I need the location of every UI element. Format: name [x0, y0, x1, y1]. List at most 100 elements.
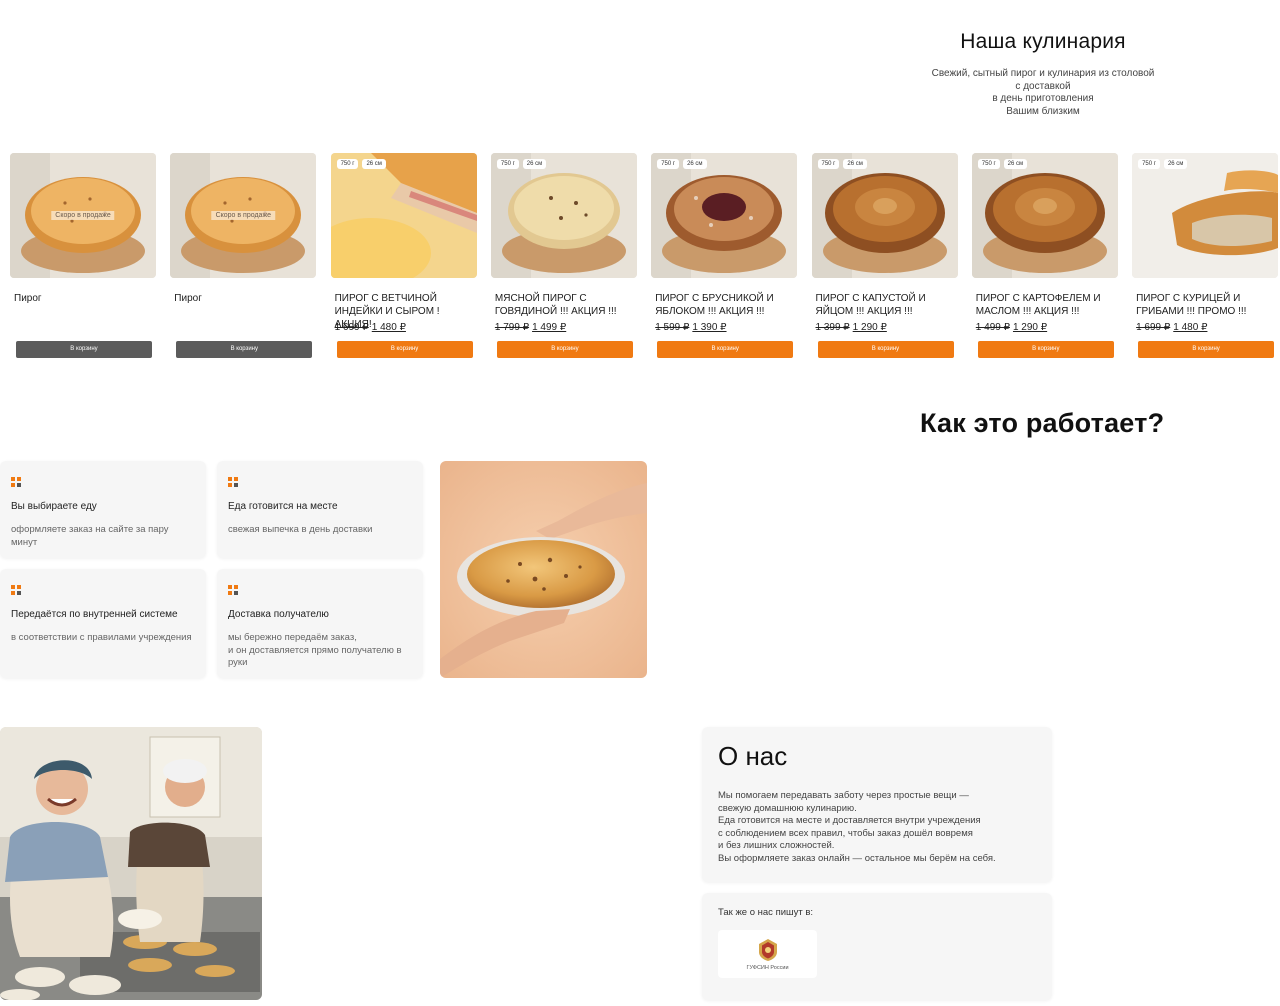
weight-badge: 750 г: [336, 159, 359, 169]
product-name[interactable]: Пирог с курицей и грибами !!! промо !!!: [1132, 292, 1278, 322]
old-price: 1 799 ₽: [494, 322, 530, 333]
catalog-subtitle-line: в день приготовления: [992, 93, 1094, 105]
current-price: 1 390 ₽: [692, 322, 727, 333]
grid-icon: [228, 585, 238, 595]
size-badge: 26 см: [522, 159, 547, 169]
product-card[interactable]: 750 г 26 см Пирог с капустой и яйцом !!! а…: [811, 153, 958, 358]
step-card: Вы выбираете еду оформляете заказ на сай…: [0, 461, 206, 558]
product-name[interactable]: Пирог: [170, 292, 316, 322]
product-card[interactable]: 750 г 26 см Мясной пирог с говядиной !!! а…: [490, 153, 637, 358]
coming-soon-label: Скоро в продаже: [211, 211, 276, 220]
product-card[interactable]: 750 г 26 см Пирог с брусникой и яблоком !!…: [651, 153, 798, 358]
product-name[interactable]: Пирог с картофелем и маслом !!! акция !!…: [972, 292, 1118, 322]
catalog-title: Наша кулинария: [960, 30, 1126, 53]
press-logo-link[interactable]: ГУФСИН России: [718, 930, 817, 978]
grid-icon: [11, 477, 21, 487]
coming-soon-label: Скоро в продаже: [51, 211, 115, 220]
product-photo[interactable]: Скоро в продаже: [10, 153, 156, 278]
press-logo-label: ГУФСИН России: [746, 965, 789, 971]
product-name[interactable]: Пирог с ветчиной индейки и сыром !акция!: [331, 292, 477, 330]
product-list: Скоро в продаже Пирог В корзину Скоро в про…: [10, 153, 1280, 368]
product-name[interactable]: Пирог с брусникой и яблоком !!! акция !!…: [651, 292, 797, 322]
catalog-header: Наша кулинария Свежий, сытный пирог и ку…: [900, 30, 1186, 118]
current-price: 1 290 ₽: [1012, 322, 1048, 333]
product-card[interactable]: 750 г 26 см Пирог с картофелем и маслом !!…: [971, 153, 1118, 358]
product-card[interactable]: 750 г 26 см Пирог с ветчиной индейки и сыр…: [330, 153, 477, 358]
product-badges: 750 г 26 см: [817, 159, 867, 169]
product-name[interactable]: Мясной пирог с говядиной !!! акция !!!: [491, 292, 637, 322]
product-photo[interactable]: 750 г 26 см: [490, 153, 637, 278]
product-prices: [10, 322, 156, 336]
product-prices: 1 699 ₽1 480 ₽: [331, 322, 477, 336]
product-badges: 750 г 26 см: [336, 159, 386, 169]
add-to-cart-button[interactable]: В корзину: [1138, 341, 1275, 358]
weight-badge: 750 г: [1138, 159, 1160, 169]
step-card: Доставка получателю мы бережно передаём …: [217, 569, 423, 678]
product-badges: 750 г 26 см: [657, 159, 707, 169]
add-to-cart-button[interactable]: В корзину: [657, 341, 794, 358]
add-to-cart-button[interactable]: В корзину: [336, 341, 473, 358]
catalog-subtitle: Свежий, сытный пирог и кулинария из стол…: [900, 68, 1186, 118]
weight-badge: 750 г: [817, 159, 840, 169]
about-card: О нас Мы помогаем передавать заботу чере…: [702, 727, 1052, 882]
step-title: Вы выбираете еду: [11, 501, 97, 512]
step-text: свежая выпечка в день доставки: [228, 524, 373, 535]
step-title: Передаётся по внутренней системе: [11, 609, 178, 620]
old-price: 1 399 ₽: [815, 322, 850, 333]
size-badge: 26 см: [843, 159, 867, 169]
step-text: оформляете заказ на сайте за пару минут: [11, 524, 169, 548]
old-price: 1 699 ₽: [1136, 322, 1171, 333]
catalog-subtitle-line: Вашим близким: [1006, 105, 1080, 117]
old-price: 1 699 ₽: [334, 322, 369, 333]
product-prices: 1 799 ₽1 499 ₽: [491, 322, 637, 336]
catalog-subtitle-line: с доставкой: [1015, 80, 1071, 92]
about-text: Мы помогаем передавать заботу через прос…: [718, 790, 996, 864]
product-prices: 1 599 ₽1 390 ₽: [651, 322, 797, 336]
product-name[interactable]: Пирог: [10, 292, 156, 322]
add-to-cart-button[interactable]: В корзину: [817, 341, 954, 358]
size-badge: 26 см: [683, 159, 707, 169]
bakers-photo: [0, 727, 262, 1000]
current-price: 1 480 ₽: [371, 322, 406, 333]
product-photo[interactable]: 750 г 26 см: [1132, 153, 1279, 278]
emblem-icon: [758, 939, 777, 961]
old-price: 1 499 ₽: [975, 322, 1010, 333]
step-card: Еда готовится на месте свежая выпечка в …: [217, 461, 423, 558]
how-it-works-title: Как это работает?: [920, 408, 1165, 438]
size-badge: 26 см: [1003, 159, 1028, 169]
product-card[interactable]: 750 г 26 см Пирог с курицей и грибами !!! …: [1132, 153, 1279, 358]
weight-badge: 750 г: [496, 159, 519, 169]
product-photo[interactable]: Скоро в продаже: [170, 153, 317, 278]
weight-badge: 750 г: [977, 159, 1000, 169]
product-badges: 750 г 26 см: [1138, 159, 1188, 169]
product-card[interactable]: Скоро в продаже Пирог В корзину: [10, 153, 156, 358]
size-badge: 26 см: [1163, 159, 1188, 169]
press-title: Так же о нас пишут в:: [718, 907, 814, 918]
product-prices: [170, 322, 316, 336]
product-badges: 750 г 26 см: [496, 159, 547, 169]
step-title: Доставка получателю: [228, 609, 329, 620]
product-photo[interactable]: 750 г 26 см: [811, 153, 958, 278]
product-photo[interactable]: 750 г 26 см: [330, 153, 477, 278]
grid-icon: [228, 477, 238, 487]
step-text: мы бережно передаём заказ, и он доставля…: [228, 632, 402, 668]
product-name[interactable]: Пирог с капустой и яйцом !!! акция !!!: [812, 292, 958, 322]
product-prices: 1 399 ₽1 290 ₽: [812, 322, 958, 336]
add-to-cart-button[interactable]: В корзину: [16, 341, 152, 358]
product-prices: 1 699 ₽1 480 ₽: [1132, 322, 1278, 336]
size-badge: 26 см: [362, 159, 386, 169]
product-card[interactable]: Скоро в продаже Пирог В корзину: [170, 153, 317, 358]
step-text: в соответствии с правилами учреждения: [11, 632, 192, 643]
step-title: Еда готовится на месте: [228, 501, 338, 512]
product-photo[interactable]: 750 г 26 см: [971, 153, 1118, 278]
add-to-cart-button[interactable]: В корзину: [176, 341, 313, 358]
catalog-subtitle-line: Свежий, сытный пирог и кулинария из стол…: [931, 68, 1155, 79]
press-card: Так же о нас пишут в: ГУФСИН России: [702, 893, 1052, 1000]
add-to-cart-button[interactable]: В корзину: [977, 341, 1114, 358]
current-price: 1 499 ₽: [532, 322, 567, 333]
add-to-cart-button[interactable]: В корзину: [496, 341, 633, 358]
product-photo[interactable]: 750 г 26 см: [651, 153, 798, 278]
current-price: 1 480 ₽: [1173, 322, 1208, 333]
about-title: О нас: [718, 741, 788, 771]
product-badges: 750 г 26 см: [977, 159, 1028, 169]
